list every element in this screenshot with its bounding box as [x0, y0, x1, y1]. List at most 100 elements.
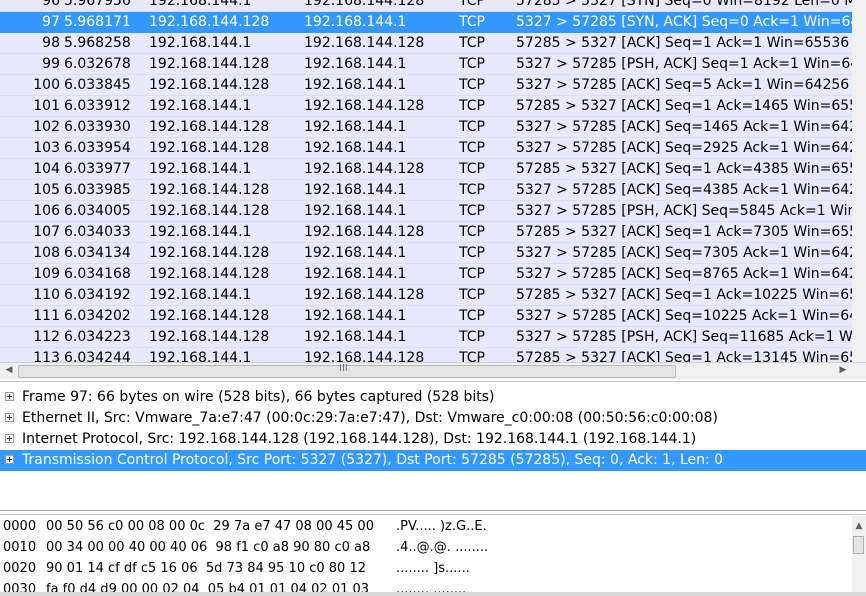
packet-row[interactable]: 99 6.032678 192.168.144.128 192.168.144.1 TC… [0, 54, 866, 75]
hex-offset[interactable]: 0000 [3, 516, 36, 537]
packet-row[interactable]: 108 6.034134 192.168.144.128 192.168.144.1 T… [0, 243, 866, 264]
packet-destination: 192.168.144.128 [304, 350, 425, 362]
packet-destination: 192.168.144.128 [304, 98, 425, 114]
packet-number: 113 [33, 350, 60, 362]
detail-tree-item[interactable]: Frame 97: 66 bytes on wire (528 bits), 6… [0, 387, 866, 408]
packet-source: 192.168.144.128 [149, 266, 270, 282]
hex-offset[interactable]: 0030 [3, 579, 36, 592]
packet-info: 57285 > 5327 [ACK] Seq=1 Ack=4385 Win=65… [516, 161, 866, 177]
expand-plus-icon[interactable] [5, 413, 14, 422]
packet-protocol: TCP [459, 98, 485, 114]
packet-info: 5327 > 57285 [ACK] Seq=4385 Ack=1 Win=64… [516, 182, 866, 198]
packet-info: 5327 > 57285 [ACK] Seq=8765 Ack=1 Win=64… [516, 266, 866, 282]
packet-protocol: TCP [459, 245, 485, 261]
packet-number: 100 [33, 77, 60, 93]
hex-bytes[interactable]: fa f0 d4 d9 00 00 02 04 05 b4 01 01 04 0… [46, 579, 369, 592]
detail-label: Internet Protocol, Src: 192.168.144.128 … [22, 431, 697, 447]
packet-protocol: TCP [459, 287, 485, 303]
packet-source: 192.168.144.128 [149, 245, 270, 261]
packet-source: 192.168.144.1 [149, 161, 252, 177]
packet-time: 5.968258 [64, 35, 131, 51]
packet-number: 104 [33, 161, 60, 177]
packet-row[interactable]: 110 6.034192 192.168.144.1 192.168.144.128 T… [0, 285, 866, 306]
hex-ascii[interactable]: ........ ]s...... [396, 558, 470, 579]
hex-ascii[interactable]: .4..@.@. ........ [396, 537, 488, 558]
detail-tree-item[interactable]: Transmission Control Protocol, Src Port:… [0, 450, 866, 471]
packet-info: 5327 > 57285 [PSH, ACK] Seq=11685 Ack=1 … [516, 329, 866, 345]
packet-source: 192.168.144.1 [149, 350, 252, 362]
packet-time: 6.033954 [64, 140, 131, 156]
packet-time: 5.968171 [64, 14, 131, 30]
packet-row[interactable]: 96 5.967956 192.168.144.1 192.168.144.128 TC… [0, 0, 866, 12]
packet-row[interactable]: 105 6.033985 192.168.144.128 192.168.144.1 T… [0, 180, 866, 201]
packet-info: 5327 > 57285 [PSH, ACK] Seq=1 Ack=1 Win=… [516, 56, 866, 72]
detail-tree-item[interactable]: Internet Protocol, Src: 192.168.144.128 … [0, 429, 866, 450]
packet-destination: 192.168.144.1 [304, 140, 407, 156]
packet-row[interactable]: 111 6.034202 192.168.144.128 192.168.144.1 T… [0, 306, 866, 327]
packet-row[interactable]: 102 6.033930 192.168.144.128 192.168.144.1 T… [0, 117, 866, 138]
packet-destination: 192.168.144.1 [304, 245, 407, 261]
packet-row[interactable]: 103 6.033954 192.168.144.128 192.168.144.1 T… [0, 138, 866, 159]
bytes-vertical-scrollbar[interactable]: ▲ [852, 516, 866, 592]
hex-row: 0010 00 34 00 00 40 00 40 06 98 f1 c0 a8 … [3, 537, 843, 558]
packet-row[interactable]: 112 6.034223 192.168.144.128 192.168.144.1 T… [0, 327, 866, 348]
packet-destination: 192.168.144.1 [304, 308, 407, 324]
hex-ascii[interactable]: ........ ........ [396, 579, 466, 592]
packet-time: 6.034033 [64, 224, 131, 240]
packet-row[interactable]: 109 6.034168 192.168.144.128 192.168.144.1 T… [0, 264, 866, 285]
expand-plus-icon[interactable] [5, 392, 14, 401]
packet-destination: 192.168.144.128 [304, 161, 425, 177]
packet-row[interactable]: 97 5.968171 192.168.144.128 192.168.144.1 TC… [0, 12, 866, 33]
scroll-left-icon[interactable]: ◀ [2, 363, 16, 378]
hex-row: 0030 fa f0 d4 d9 00 00 02 04 05 b4 01 01 … [3, 579, 843, 592]
hex-ascii[interactable]: .PV..... )z.G..E. [396, 516, 487, 537]
packet-info: 57285 > 5327 [ACK] Seq=1 Ack=1 Win=65536… [516, 35, 866, 51]
status-strip [0, 592, 866, 596]
packet-number: 101 [33, 98, 60, 114]
packet-info: 57285 > 5327 [SYN] Seq=0 Win=8192 Len=0 … [516, 0, 866, 9]
expand-plus-icon[interactable] [5, 434, 14, 443]
packet-destination: 192.168.144.1 [304, 14, 407, 30]
expand-plus-icon[interactable] [5, 455, 14, 464]
packet-number: 103 [33, 140, 60, 156]
packet-source: 192.168.144.1 [149, 287, 252, 303]
packet-source: 192.168.144.128 [149, 203, 270, 219]
packet-list-horizontal-scrollbar[interactable]: ◀ III ▶ [0, 362, 866, 379]
packet-destination: 192.168.144.1 [304, 119, 407, 135]
detail-tree-item[interactable]: Ethernet II, Src: Vmware_7a:e7:47 (00:0c… [0, 408, 866, 429]
packet-row[interactable]: 104 6.033977 192.168.144.1 192.168.144.128 T… [0, 159, 866, 180]
hex-bytes[interactable]: 00 34 00 00 40 00 40 06 98 f1 c0 a8 90 8… [46, 537, 370, 558]
hex-bytes[interactable]: 90 01 14 cf df c5 16 06 5d 73 84 95 10 c… [46, 558, 366, 579]
packet-row[interactable]: 107 6.034033 192.168.144.1 192.168.144.128 T… [0, 222, 866, 243]
packet-row[interactable]: 100 6.033845 192.168.144.128 192.168.144.1 T… [0, 75, 866, 96]
packet-protocol: TCP [459, 56, 485, 72]
packet-source: 192.168.144.128 [149, 56, 270, 72]
scroll-grip: III [339, 363, 348, 374]
packet-number: 99 [42, 56, 60, 72]
packet-list-vertical-scrollbar[interactable] [852, 0, 866, 362]
packet-destination: 192.168.144.1 [304, 266, 407, 282]
packet-row[interactable]: 106 6.034005 192.168.144.128 192.168.144.1 T… [0, 201, 866, 222]
hex-offset[interactable]: 0010 [3, 537, 36, 558]
packet-row[interactable]: 98 5.968258 192.168.144.1 192.168.144.128 TC… [0, 33, 866, 54]
packet-number: 98 [42, 35, 60, 51]
hex-offset[interactable]: 0020 [3, 558, 36, 579]
packet-destination: 192.168.144.128 [304, 0, 425, 9]
scroll-right-icon[interactable]: ▶ [836, 363, 850, 378]
vertical-scroll-thumb[interactable] [853, 536, 864, 554]
packet-time: 6.033930 [64, 119, 131, 135]
horizontal-scroll-thumb[interactable]: III [18, 363, 676, 378]
packet-destination: 192.168.144.128 [304, 224, 425, 240]
packet-row[interactable]: 101 6.033912 192.168.144.1 192.168.144.128 T… [0, 96, 866, 117]
packet-row[interactable]: 113 6.034244 192.168.144.1 192.168.144.128 T… [0, 348, 866, 362]
packet-protocol: TCP [459, 308, 485, 324]
scroll-up-icon[interactable]: ▲ [852, 519, 866, 534]
packet-protocol: TCP [459, 77, 485, 93]
packet-time: 6.034168 [64, 266, 131, 282]
packet-number: 102 [33, 119, 60, 135]
packet-info: 57285 > 5327 [ACK] Seq=1 Ack=7305 Win=65… [516, 224, 866, 240]
packet-protocol: TCP [459, 35, 485, 51]
hex-bytes[interactable]: 00 50 56 c0 00 08 00 0c 29 7a e7 47 08 0… [46, 516, 374, 537]
packet-info: 5327 > 57285 [ACK] Seq=7305 Ack=1 Win=64… [516, 245, 866, 261]
packet-destination: 192.168.144.1 [304, 203, 407, 219]
